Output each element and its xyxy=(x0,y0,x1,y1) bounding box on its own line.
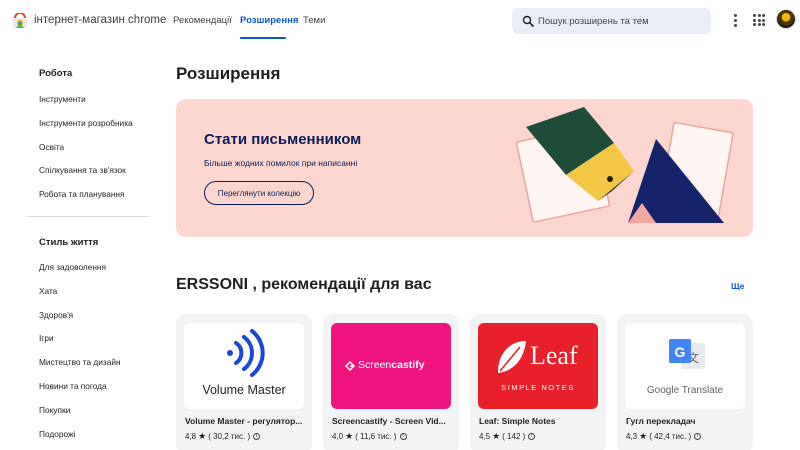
volume-master-logo-text: Volume Master xyxy=(202,383,286,397)
rating-count: ( 42,4 тис. ) xyxy=(649,432,692,441)
sidebar-heading-work: Робота xyxy=(39,68,73,79)
sidebar-item-shopping[interactable]: Покупки xyxy=(39,405,70,415)
tab-extensions[interactable]: Розширення xyxy=(240,15,298,26)
info-icon[interactable]: i xyxy=(528,433,536,440)
info-icon[interactable]: i xyxy=(694,433,702,440)
leaf-logo-subtext: SIMPLE NOTES xyxy=(501,383,575,392)
extension-card-leaf[interactable]: Leaf SIMPLE NOTES Leaf: Simple Notes 4,5… xyxy=(470,314,606,450)
sidebar-item-household[interactable]: Хата xyxy=(39,286,57,296)
rating-value: 4,3 xyxy=(626,432,638,441)
sidebar-item-tools[interactable]: Інструменти xyxy=(39,94,86,104)
sidebar-item-games[interactable]: Ігри xyxy=(39,333,54,343)
sidebar-item-education[interactable]: Освіта xyxy=(39,142,64,152)
sidebar-item-news-weather[interactable]: Новини та погода xyxy=(39,381,107,391)
leaf-thumbnail: Leaf SIMPLE NOTES xyxy=(478,323,598,409)
card-rating: 4,0 ★ ( 11,6 тис. ) i xyxy=(332,431,407,442)
card-name: Volume Master - регулятор... xyxy=(185,416,303,426)
search-input[interactable] xyxy=(538,12,706,30)
star-icon: ★ xyxy=(345,431,354,441)
sidebar-item-art-design[interactable]: Мистецтво та дизайн xyxy=(39,357,121,367)
rating-count: ( 30,2 тис. ) xyxy=(208,432,251,441)
chrome-web-store-logo[interactable] xyxy=(12,13,28,29)
writing-pen-illustration xyxy=(515,107,734,223)
logo-text-a: Screen xyxy=(358,359,392,371)
screencastify-logo-text: Screencastify xyxy=(358,359,425,371)
screencastify-icon xyxy=(344,360,356,372)
volume-master-thumbnail: Volume Master xyxy=(184,323,304,409)
rating-value: 4,8 xyxy=(185,432,197,441)
google-translate-logo-text: Google Translate xyxy=(646,385,724,396)
extension-card-volume-master[interactable]: Volume Master Volume Master - регулятор.… xyxy=(176,314,312,450)
star-icon: ★ xyxy=(198,431,207,441)
google-translate-thumbnail: 文 G Google Translate xyxy=(625,323,745,409)
search-box[interactable] xyxy=(512,8,711,34)
leaf-logo-text: Leaf xyxy=(530,341,578,370)
star-icon: ★ xyxy=(492,431,501,441)
card-rating: 4,8 ★ ( 30,2 тис. ) i xyxy=(185,431,261,442)
sidebar-item-travel[interactable]: Подорожі xyxy=(39,429,75,439)
sidebar-item-health[interactable]: Здоров'я xyxy=(39,310,73,320)
rating-count: ( 142 ) xyxy=(502,432,526,441)
svg-text:G: G xyxy=(675,344,686,360)
extension-card-screencastify[interactable]: Screencastify Screencastify - Screen Vid… xyxy=(323,314,459,450)
active-tab-indicator xyxy=(240,37,286,39)
recommendations-heading: ERSSONI , рекомендації для вас xyxy=(176,276,432,293)
banner-title: Стати письменником xyxy=(204,131,362,148)
sidebar-divider xyxy=(26,216,150,217)
google-apps-icon[interactable] xyxy=(753,14,765,26)
banner-subtitle: Більше жодних помилок при написанні xyxy=(204,158,358,168)
rating-value: 4,0 xyxy=(332,432,344,441)
page-title: Розширення xyxy=(176,64,281,83)
more-link[interactable]: Ще xyxy=(731,281,744,291)
extension-card-google-translate[interactable]: 文 G Google Translate Гугл перекладач 4,3… xyxy=(617,314,753,450)
avatar[interactable] xyxy=(776,9,796,29)
view-collection-button[interactable]: Переглянути колекцію xyxy=(204,181,314,205)
star-icon: ★ xyxy=(639,431,648,441)
logo-text-b: castify xyxy=(391,359,425,371)
store-brand[interactable]: інтернет-магазин chrome xyxy=(34,14,166,26)
info-icon[interactable]: i xyxy=(253,433,261,440)
screencastify-thumbnail: Screencastify xyxy=(331,323,451,409)
sidebar-item-communication[interactable]: Спілкування та зв'язок xyxy=(39,165,126,175)
promo-banner: Стати письменником Більше жодних помилок… xyxy=(176,99,753,237)
tab-themes[interactable]: Теми xyxy=(303,15,325,26)
rating-count: ( 11,6 тис. ) xyxy=(355,432,397,441)
search-icon xyxy=(522,15,534,27)
sidebar-item-fun[interactable]: Для задоволення xyxy=(39,262,106,272)
card-name: Leaf: Simple Notes xyxy=(479,416,556,426)
tab-recommendations[interactable]: Рекомендації xyxy=(173,15,232,26)
card-name: Screencastify - Screen Vid... xyxy=(332,416,446,426)
sidebar-item-workflow-planning[interactable]: Робота та планування xyxy=(39,189,124,199)
rating-value: 4,5 xyxy=(479,432,491,441)
sidebar-item-developer-tools[interactable]: Інструменти розробника xyxy=(39,118,133,128)
info-icon[interactable]: i xyxy=(399,433,407,440)
google-translate-icon: 文 G xyxy=(669,339,705,369)
card-rating: 4,5 ★ ( 142 ) i xyxy=(479,431,536,442)
card-name: Гугл перекладач xyxy=(626,416,696,426)
card-rating: 4,3 ★ ( 42,4 тис. ) i xyxy=(626,431,702,442)
leaf-icon xyxy=(498,341,526,373)
sidebar-heading-lifestyle: Стиль життя xyxy=(39,237,99,248)
top-bar: інтернет-магазин chrome Рекомендації Роз… xyxy=(0,0,800,42)
more-options-icon[interactable] xyxy=(730,13,740,29)
